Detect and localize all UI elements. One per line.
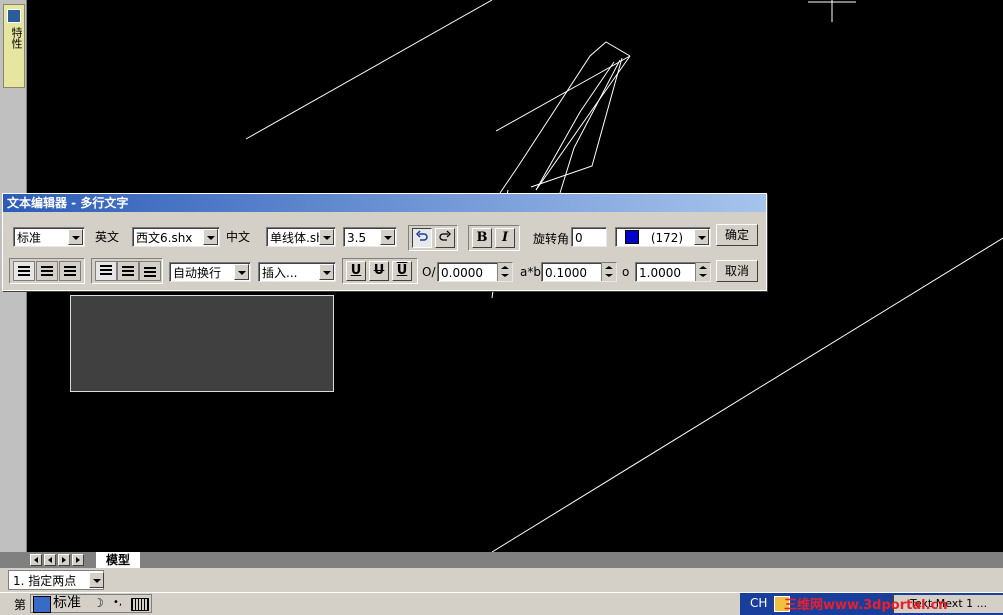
canvas-polyline [535, 61, 615, 191]
canvas-polyline [535, 55, 631, 191]
style-value: 标准 [17, 231, 42, 245]
bold-button[interactable]: B [472, 228, 492, 248]
width-factor-value: 1.0000 [639, 266, 681, 280]
chinese-font-label: 中文 [226, 230, 251, 244]
watermark: 三维网www.3dportal.cn [784, 598, 948, 613]
chevron-down-icon[interactable] [319, 264, 334, 280]
color-value: (172) [650, 231, 684, 245]
english-font-value: 西文6.shx [136, 231, 193, 245]
overline-button[interactable]: U [392, 261, 412, 281]
last-tab-button[interactable] [72, 554, 84, 566]
next-tab-button[interactable] [58, 554, 70, 566]
chevron-down-icon[interactable] [234, 264, 249, 280]
canvas-polyline [559, 59, 621, 194]
spinner-icon[interactable] [497, 263, 512, 281]
moon-icon[interactable]: ☽ [93, 596, 104, 610]
vertical-align-group [91, 258, 163, 284]
status-prefix: 第 [14, 598, 27, 612]
editor-title[interactable]: 文本编辑器 - 多行文字 [3, 194, 766, 212]
align-bottom-button[interactable] [139, 261, 161, 281]
chevron-down-icon[interactable] [380, 229, 395, 245]
properties-tab[interactable]: 特性 [3, 4, 25, 88]
justify-group [9, 258, 85, 284]
oblique-input[interactable]: 0.0000 [437, 262, 513, 282]
language-indicator[interactable]: CH [750, 596, 767, 610]
rotation-input[interactable]: 0 [571, 227, 607, 247]
ok-button[interactable]: 确定 [716, 224, 758, 246]
oblique-label: O/ [422, 265, 436, 279]
spacing-label: a*b [520, 265, 541, 279]
spinner-icon[interactable] [601, 263, 616, 281]
chevron-down-icon[interactable] [203, 229, 218, 245]
english-font-label: 英文 [95, 230, 120, 244]
chevron-down-icon[interactable] [319, 229, 334, 245]
ime-logo-icon [33, 596, 51, 613]
width-factor-label: o [622, 265, 630, 279]
underline-button[interactable]: U [346, 261, 366, 281]
keyboard-icon[interactable] [131, 598, 149, 611]
justify-center-button[interactable] [36, 261, 58, 281]
align-middle-button[interactable] [117, 261, 139, 281]
ime-mode-label: 标准 [53, 595, 81, 611]
bold-italic-group: B I [468, 225, 520, 251]
width-factor-input[interactable]: 1.0000 [635, 262, 711, 282]
status-bar: 第 标准 ☽ •, CH Text Mext 1 ... 三维网www.3dpo… [0, 592, 1003, 615]
rotation-label: 旋转角 [533, 232, 570, 246]
chevron-down-icon[interactable] [89, 572, 104, 588]
canvas-line [245, 0, 493, 140]
spacing-value: 0.1000 [545, 266, 587, 280]
undo-button[interactable] [412, 228, 432, 248]
command-prompt[interactable]: 1. 指定两点 [8, 570, 104, 590]
spacing-input[interactable]: 0.1000 [541, 262, 617, 282]
strikethrough-button[interactable]: U [369, 261, 389, 281]
taskbar: CH Text Mext 1 ... 三维网www.3dportal.cn [740, 593, 1003, 615]
color-dropdown[interactable]: (172) [615, 227, 711, 247]
undo-icon [415, 230, 428, 241]
style-dropdown[interactable]: 标准 [13, 227, 85, 247]
wrap-value: 自动换行 [173, 266, 222, 280]
align-top-button[interactable] [95, 261, 117, 281]
command-line-area: 1. 指定两点 [0, 568, 1003, 592]
text-height-dropdown[interactable]: 3.5 [343, 227, 397, 247]
english-font-dropdown[interactable]: 西文6.shx [132, 227, 220, 247]
cancel-button[interactable]: 取消 [716, 260, 758, 282]
layout-tab-bar: 模型 [0, 552, 1003, 568]
spinner-icon[interactable] [695, 263, 710, 281]
justify-right-button[interactable] [59, 261, 81, 281]
chinese-font-value: 单线体.sh [270, 231, 324, 245]
first-tab-button[interactable] [30, 554, 42, 566]
properties-tab-label: 特性 [10, 27, 23, 49]
text-editor-dialog: 文本编辑器 - 多行文字 标准 英文 西文6.shx 中文 单线体.sh 3.5… [2, 193, 767, 291]
justify-left-button[interactable] [13, 261, 35, 281]
chevron-down-icon[interactable] [694, 229, 709, 245]
chevron-down-icon[interactable] [68, 229, 83, 245]
italic-button[interactable]: I [495, 228, 515, 248]
ime-toolbar[interactable]: 标准 ☽ •, [30, 594, 152, 613]
redo-button[interactable] [435, 228, 455, 248]
prev-tab-button[interactable] [44, 554, 56, 566]
redo-icon [439, 230, 451, 241]
insert-value: 插入... [262, 266, 298, 280]
punctuation-icon[interactable]: •, [113, 597, 122, 608]
wrap-dropdown[interactable]: 自动换行 [169, 262, 251, 282]
undo-redo-group [408, 225, 458, 251]
text-height-value: 3.5 [347, 231, 367, 245]
insert-dropdown[interactable]: 插入... [258, 262, 336, 282]
text-entry-box[interactable] [70, 295, 334, 392]
properties-icon [7, 9, 21, 23]
oblique-value: 0.0000 [441, 266, 483, 280]
command-prompt-text: 1. 指定两点 [13, 574, 77, 588]
chinese-font-dropdown[interactable]: 单线体.sh [266, 227, 336, 247]
underline-group: U U U [342, 258, 418, 284]
tab-model[interactable]: 模型 [96, 552, 141, 568]
color-swatch [625, 230, 639, 244]
